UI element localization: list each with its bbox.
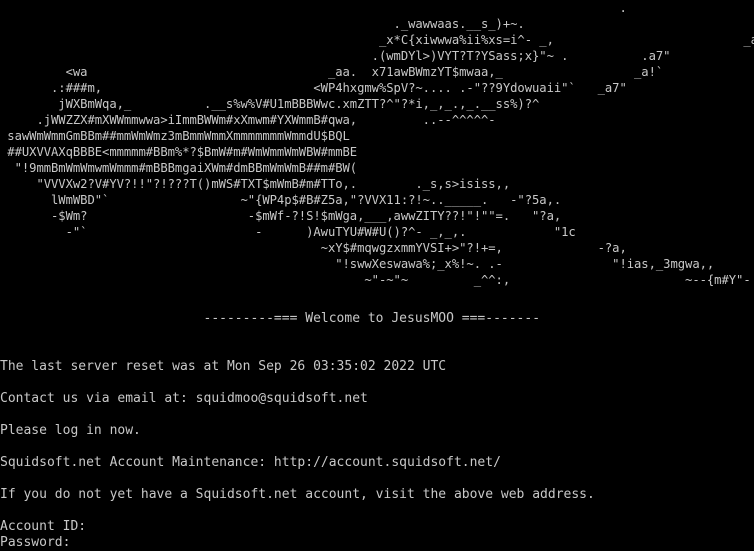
password-input[interactable] bbox=[78, 535, 479, 551]
account-maintenance-message: Squidsoft.net Account Maintenance: http:… bbox=[0, 455, 501, 470]
account-id-label: Account ID: bbox=[0, 519, 94, 534]
contact-message: Contact us via email at: squidmoo@squids… bbox=[0, 391, 368, 406]
account-id-input[interactable] bbox=[93, 519, 494, 535]
ascii-art-line: "VVVXw2?V#YV?!!"?!???T()mWS#TXT$mWmB#m#T… bbox=[0, 177, 511, 191]
terminal-window[interactable]: . __ . ._wawwaas.__s_)+~. .ss,_3WWQa bbox=[0, 0, 754, 551]
ascii-art-line: ._wawwaas.__s_)+~. .ss,_3WWQa, bbox=[393, 17, 525, 31]
server-reset-message: The last server reset was at Mon Sep 26 … bbox=[0, 359, 447, 374]
ascii-art-line: . __ . bbox=[619, 1, 627, 15]
ascii-art-line: _x*C{xiwwwa%ii%xs=i^- _, _a}^-- _~^""` bbox=[378, 33, 754, 47]
ascii-art-line: "!9mmBmWmWmwmWmmm#mBBBmgaiXWm#dmBBmWmWmB… bbox=[0, 161, 358, 175]
ascii-art-line: .:###m, <WP4hxgmw%SpV?~.... .-"??9Ydowua… bbox=[0, 81, 627, 95]
ascii-art-line: .jWWZZX#mXWWmmwwa>iImmBWWm#xXmwm#YXWmmB#… bbox=[0, 113, 496, 127]
terminal-output: ---------=== Welcome to JesusMOO ===----… bbox=[0, 311, 754, 551]
ascii-art-line: ~"-~"~ _^^:, ~--{m#Y"- bbox=[0, 273, 751, 287]
ascii-art-logo: . __ . ._wawwaas.__s_)+~. .ss,_3WWQa bbox=[0, 0, 754, 288]
ascii-art-line: <wa _aa. x71awBWmzYT$mwaa,_ _a!` bbox=[0, 65, 664, 79]
ascii-art-line: "!swwXeswawa%;_x%!~. .- "!ias,_3mgwa,, bbox=[0, 257, 715, 271]
password-label: Password: bbox=[0, 535, 79, 550]
ascii-art-line: ##UXVVAXqBBBE<mmmmm#BBm%*?$BmW#m#WmWmmWm… bbox=[0, 145, 358, 159]
ascii-art-line: lWmWBD"` ~"{WP4p$#B#Z5a,"?VVX11:?!~..___… bbox=[0, 193, 562, 207]
ascii-art-line: -"` - )AwuTYU#W#U()?^- _,_,. "1c bbox=[0, 225, 576, 239]
ascii-art-line: .(wmDYl>)VYT?T?YSass;x}"~ . .a7" bbox=[0, 49, 671, 63]
ascii-art-line: jWXBmWqa,_ .__s%w%V#U1mBBBWwc.xmZTT?^"?*… bbox=[0, 97, 540, 111]
account-id-prompt: Account ID: bbox=[0, 519, 754, 535]
password-prompt: Password: bbox=[0, 535, 754, 551]
ascii-art-line: sawWmWmmGmBBm##mmWmWmz3mBmmWmmXmmmmmmmWm… bbox=[0, 129, 350, 143]
ascii-art-line: -$Wm? -$mWf-?!S!$mWga,___,awwZITY??!"!""… bbox=[0, 209, 562, 223]
welcome-banner: ---------=== Welcome to JesusMOO ===----… bbox=[0, 311, 541, 326]
signup-message: If you do not yet have a Squidsoft.net a… bbox=[0, 487, 595, 502]
ascii-art-line: ~xY$#mqwgzxmmYVSI+>"?!+=, -?a, bbox=[0, 241, 627, 255]
login-instruction: Please log in now. bbox=[0, 423, 141, 438]
